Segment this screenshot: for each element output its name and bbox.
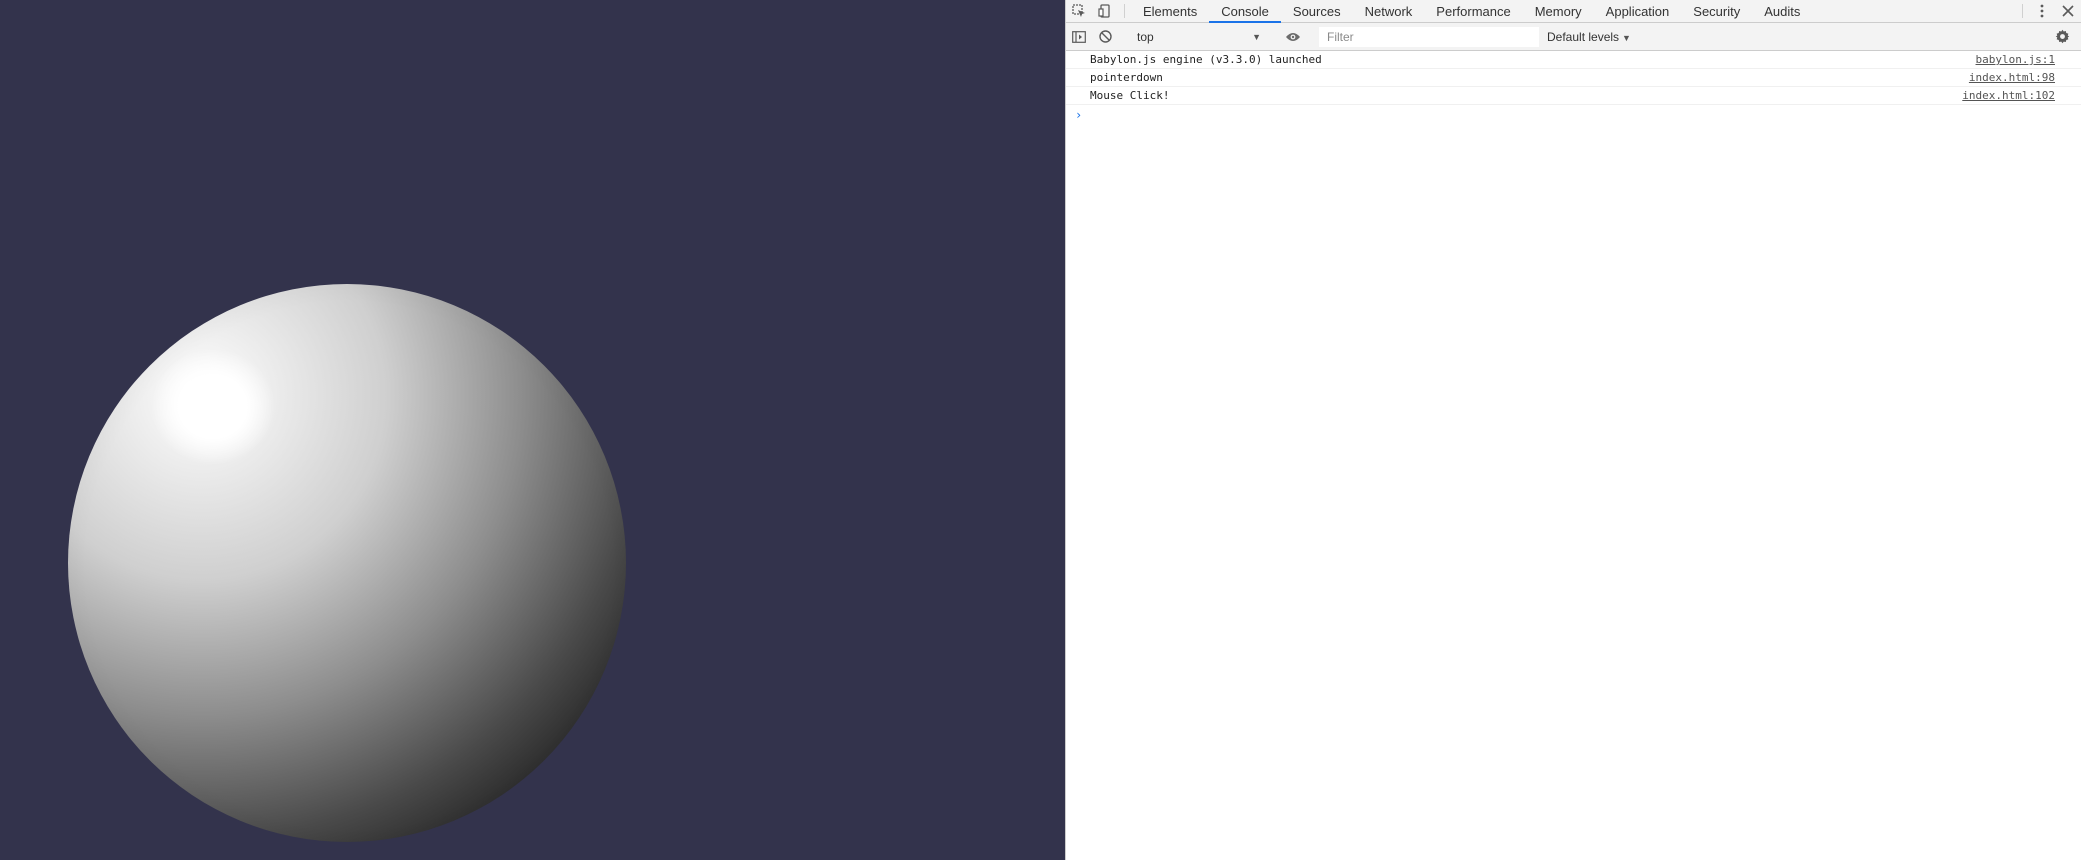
gear-icon[interactable] — [2049, 29, 2075, 44]
inspect-icon[interactable] — [1066, 0, 1092, 22]
caret-down-icon: ▼ — [1252, 31, 1261, 42]
caret-down-icon: ▼ — [1622, 32, 1631, 43]
devtools-panel: Elements Console Sources Network Perform… — [1065, 0, 2081, 860]
console-message: pointerdown index.html:98 — [1066, 69, 2081, 87]
message-text: Mouse Click! — [1090, 89, 1170, 102]
tab-security[interactable]: Security — [1681, 0, 1752, 22]
console-message: Babylon.js engine (v3.3.0) launched baby… — [1066, 51, 2081, 69]
tab-console[interactable]: Console — [1209, 0, 1281, 23]
log-levels-dropdown[interactable]: Default levels ▼ — [1547, 30, 1631, 44]
clear-console-icon[interactable] — [1092, 30, 1118, 43]
message-text: Babylon.js engine (v3.3.0) launched — [1090, 53, 1322, 66]
console-prompt[interactable]: › — [1066, 105, 2081, 125]
context-selector[interactable]: top ▼ — [1131, 27, 1267, 47]
tab-network[interactable]: Network — [1353, 0, 1425, 22]
sidebar-toggle-icon[interactable] — [1066, 30, 1092, 43]
tab-audits[interactable]: Audits — [1752, 0, 1812, 22]
prompt-chevron-icon: › — [1075, 108, 1083, 122]
sphere-mesh — [68, 284, 626, 842]
filter-input[interactable] — [1319, 26, 1539, 47]
more-icon[interactable] — [2029, 0, 2055, 22]
console-message: Mouse Click! index.html:102 — [1066, 87, 2081, 105]
tab-elements[interactable]: Elements — [1131, 0, 1209, 22]
tab-application[interactable]: Application — [1594, 0, 1682, 22]
message-text: pointerdown — [1090, 71, 1163, 84]
tabbar-divider — [1124, 4, 1125, 18]
tab-sources[interactable]: Sources — [1281, 0, 1353, 22]
device-toggle-icon[interactable] — [1092, 0, 1118, 22]
context-value: top — [1137, 29, 1154, 44]
console-messages: Babylon.js engine (v3.3.0) launched baby… — [1066, 51, 2081, 125]
close-icon[interactable] — [2055, 0, 2081, 22]
message-source-link[interactable]: index.html:102 — [1962, 89, 2055, 102]
tabbar-right-divider — [2022, 4, 2023, 18]
message-source-link[interactable]: index.html:98 — [1969, 71, 2055, 84]
console-toolbar: top ▼ Default levels▼ — [1066, 23, 2081, 51]
babylon-canvas[interactable] — [0, 0, 1065, 860]
tab-memory[interactable]: Memory — [1523, 0, 1594, 22]
message-source-link[interactable]: babylon.js:1 — [1976, 53, 2055, 66]
tab-performance[interactable]: Performance — [1424, 0, 1522, 22]
eye-icon[interactable] — [1280, 31, 1306, 43]
devtools-tabbar: Elements Console Sources Network Perform… — [1066, 0, 2081, 23]
